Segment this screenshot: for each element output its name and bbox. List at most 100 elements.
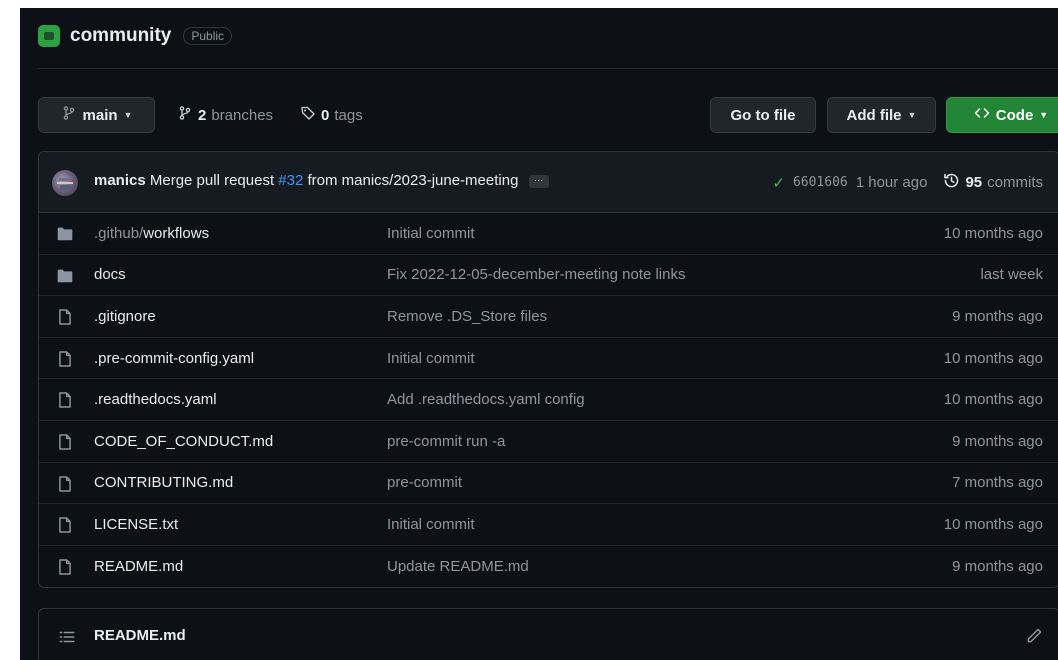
file-name: .pre-commit-config.yaml [94,349,255,367]
list-icon[interactable] [58,628,76,646]
file-commit-message[interactable]: Initial commit [387,225,475,242]
toolbar: main ▼ 2 branches 0 tags Go to file Add … [38,97,1058,133]
file-name: README.md [94,558,184,576]
code-icon [974,105,990,125]
file-name-link[interactable]: README.md [94,558,183,575]
file-commit-age: last week [980,266,1043,284]
file-icon [56,433,74,451]
readme-title[interactable]: README.md [94,627,186,644]
file-row[interactable]: CODE_OF_CONDUCT.md pre-commit run -a 9 mon… [39,421,1058,463]
file-commit-age: 10 months ago [943,224,1043,242]
file-table: manics Merge pull request #32 from manic… [38,151,1058,588]
commit-meta: ✓ 6601606 1 hour ago 95 commits [772,172,1043,193]
branches-count: 2 [198,106,207,124]
file-commit-message[interactable]: Fix 2022-12-05-december-meeting note lin… [387,266,685,283]
commit-message: manics Merge pull request #32 from manic… [94,172,549,189]
commits-link[interactable]: 95 commits [943,172,1043,193]
chevron-down-icon: ▼ [1039,110,1049,120]
branch-name: main [82,106,118,124]
repo-icon [38,25,60,47]
file-name-link[interactable]: .gitignore [94,308,156,325]
tags-label: tags [334,106,363,124]
folder-icon [56,267,74,285]
file-name-link[interactable]: .pre-commit-config.yaml [94,350,254,367]
chevron-down-icon: ▼ [123,110,133,120]
go-to-file-button[interactable]: Go to file [710,97,816,133]
file-icon [56,308,74,326]
file-commit-message[interactable]: Add .readthedocs.yaml config [387,391,585,408]
file-name-link[interactable]: docs [94,266,126,283]
branches-label: branches [211,106,274,124]
branch-icon [61,105,77,125]
tags-link[interactable]: 0 tags [300,97,363,133]
file-commit-age: 10 months ago [943,515,1043,533]
readme-panel: README.md [38,608,1058,660]
chevron-down-icon: ▼ [907,110,917,120]
expand-commit-button[interactable]: … [528,173,549,188]
code-button[interactable]: Code ▼ [946,97,1058,133]
file-commit-message[interactable]: pre-commit run -a [387,433,505,450]
latest-commit-bar: manics Merge pull request #32 from manic… [39,152,1058,213]
file-name-link[interactable]: CONTRIBUTING.md [94,474,233,491]
file-commit-age: 7 months ago [952,474,1043,492]
avatar[interactable] [52,170,78,196]
file-name: CONTRIBUTING.md [94,474,234,492]
file-row[interactable]: LICENSE.txt Initial commit 10 months ago [39,504,1058,546]
file-commit-message[interactable]: pre-commit [387,474,462,491]
commit-sha[interactable]: 6601606 [793,175,848,190]
file-name-link[interactable]: CODE_OF_CONDUCT.md [94,433,273,450]
file-commit-message[interactable]: Initial commit [387,516,475,533]
file-row[interactable]: .github/workflows Initial commit 10 months… [39,213,1058,255]
file-commit-message[interactable]: Initial commit [387,350,475,367]
file-icon [56,558,74,576]
repo-header: community Public [38,22,233,50]
file-row[interactable]: .readthedocs.yaml Add .readthedocs.yaml c… [39,379,1058,421]
file-name: CODE_OF_CONDUCT.md [94,432,274,450]
branch-icon [177,105,193,125]
file-commit-age: 10 months ago [943,391,1043,409]
add-file-button[interactable]: Add file ▼ [827,97,936,133]
tag-icon [300,105,316,125]
commit-message-suffix[interactable]: from manics/2023-june-meeting [307,172,518,189]
file-row[interactable]: .gitignore Remove .DS_Store files 9 months… [39,296,1058,338]
file-commit-age: 9 months ago [952,307,1043,325]
check-icon[interactable]: ✓ [772,174,785,192]
folder-icon [56,225,74,243]
pencil-icon[interactable] [1025,627,1043,645]
header-divider [38,68,1058,69]
file-row[interactable]: .pre-commit-config.yaml Initial commit 10 … [39,338,1058,380]
branches-link[interactable]: 2 branches [177,97,273,133]
file-icon [56,475,74,493]
pull-request-link[interactable]: #32 [278,172,303,189]
file-row[interactable]: docs Fix 2022-12-05-december-meeting note… [39,255,1058,297]
file-name: docs [94,266,126,284]
repo-page: community Public main ▼ 2 branches 0 tag… [20,8,1058,660]
file-icon [56,350,74,368]
file-list: .github/workflows Initial commit 10 months… [39,213,1058,587]
commit-author[interactable]: manics [94,172,146,189]
commit-message-prefix[interactable]: Merge pull request [150,172,274,189]
file-name: .readthedocs.yaml [94,391,217,409]
file-name-link[interactable]: LICENSE.txt [94,516,178,533]
file-row[interactable]: README.md Update README.md 9 months ago [39,546,1058,587]
file-name-prefix: .github/ [94,224,144,242]
commits-count: 95 [965,174,983,191]
file-commit-age: 9 months ago [952,432,1043,450]
file-icon [56,391,74,409]
file-name: .gitignore [94,307,156,325]
file-name-link[interactable]: .readthedocs.yaml [94,391,217,408]
code-label: Code [995,106,1034,124]
add-file-label: Add file [846,106,902,124]
history-icon [943,172,960,193]
file-commit-message[interactable]: Remove .DS_Store files [387,308,547,325]
file-icon [56,516,74,534]
file-name-link[interactable]: .github/workflows [94,225,209,242]
tags-count: 0 [321,106,330,124]
branch-select-button[interactable]: main ▼ [38,97,155,133]
file-commit-age: 9 months ago [952,558,1043,576]
repo-name[interactable]: community [70,25,171,47]
commit-time: 1 hour ago [855,174,928,191]
file-name: LICENSE.txt [94,515,179,533]
file-row[interactable]: CONTRIBUTING.md pre-commit 7 months ago [39,463,1058,505]
file-commit-message[interactable]: Update README.md [387,558,529,575]
